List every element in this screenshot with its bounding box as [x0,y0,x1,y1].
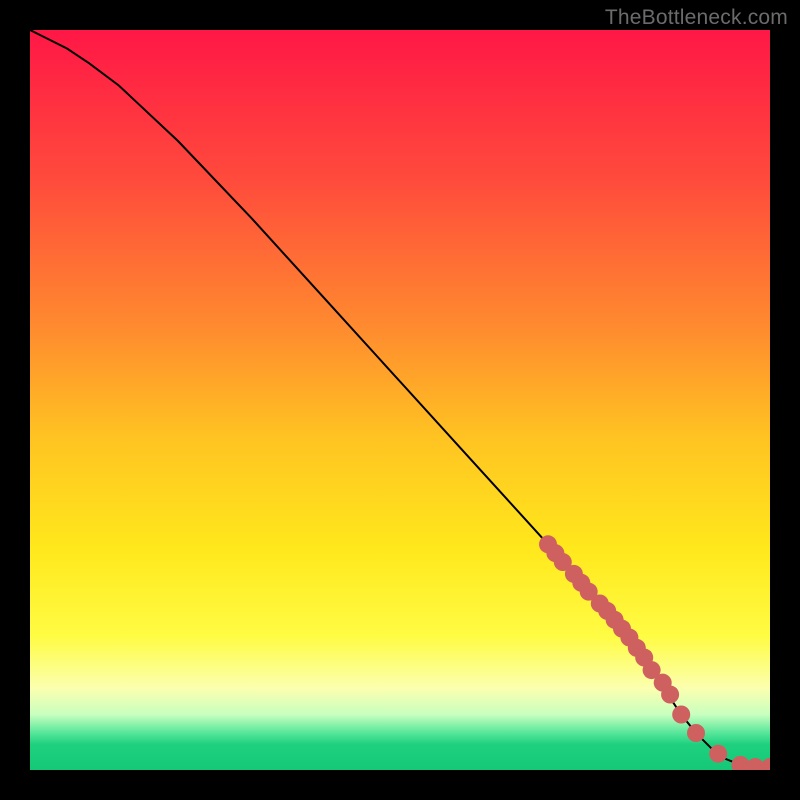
chart-container: TheBottleneck.com [0,0,800,800]
plot-background [30,30,770,770]
marker-point [672,706,690,724]
marker-point [661,686,679,704]
marker-point [709,745,727,763]
watermark-text: TheBottleneck.com [605,6,788,30]
chart-plot [30,30,770,770]
marker-point [687,724,705,742]
